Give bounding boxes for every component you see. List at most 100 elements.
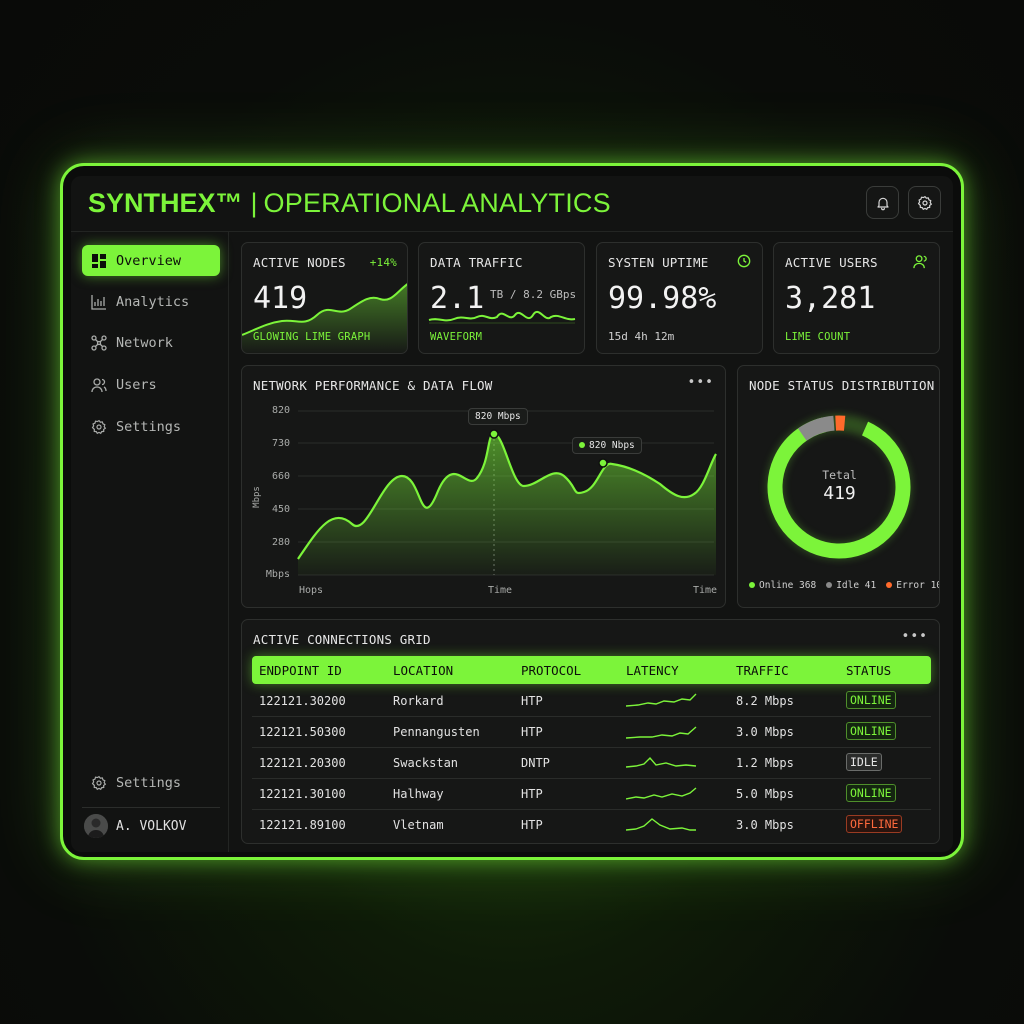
column-header[interactable]: ENDPOINT ID	[259, 663, 342, 678]
sidebar-item-label: Analytics	[116, 293, 190, 310]
endpoint-id: 122121.20300	[259, 756, 346, 770]
sidebar-item-label: Overview	[116, 252, 182, 269]
kpi-caption: GLOWING LIME GRAPH	[253, 331, 371, 343]
sidebar-bottom-settings[interactable]: Settings	[82, 767, 220, 798]
kpi-value: 419	[253, 281, 308, 316]
endpoint-id: 122121.30100	[259, 787, 346, 801]
endpoint-id: 122121.89100	[259, 818, 346, 832]
chart-tooltip-peak: 820 Mbps	[468, 408, 528, 425]
location: Pennangusten	[393, 725, 480, 739]
column-header[interactable]: LATENCY	[626, 663, 679, 678]
table-row[interactable]: 122121.50300 Pennangusten HTP 3.0 Mbps O…	[252, 717, 931, 748]
location: Swackstan	[393, 756, 459, 770]
table-row[interactable]: 122121.89100 Vletnam HTP 3.0 Mbps OFFLIN…	[252, 810, 931, 841]
table-row[interactable]: 122121.20300 Swackstan DNTP 1.2 Mbps IDL…	[252, 748, 931, 779]
user-profile[interactable]: A. VOLKOV	[84, 814, 186, 838]
tooltip-text: 820 Nbps	[589, 440, 635, 451]
network-icon	[90, 334, 108, 352]
table-row[interactable]: 122121.30200 Rorkard HTP 8.2 Mbps ONLINE	[252, 686, 931, 717]
x-tick: Time	[488, 585, 513, 596]
endpoint-id: 122121.30200	[259, 694, 346, 708]
sidebar: Overview Analytics Network Users Setting…	[71, 232, 229, 852]
protocol: HTP	[521, 694, 543, 708]
panel-menu-button[interactable]: •••	[902, 629, 928, 644]
location: Vletnam	[393, 818, 444, 832]
kpi-title: ACTIVE USERS	[785, 255, 878, 270]
protocol: HTP	[521, 725, 543, 739]
user-icon	[913, 255, 927, 269]
table-row[interactable]: 122121.30100 Halhway HTP 5.0 Mbps ONLINE	[252, 779, 931, 810]
sidebar-item-network[interactable]: Network	[82, 327, 220, 358]
panel-title: ACTIVE CONNECTIONS GRID	[253, 632, 431, 647]
page-subtitle: OPERATIONAL ANALYTICS	[263, 188, 611, 218]
location: Halhway	[393, 787, 444, 801]
network-performance-panel: NETWORK PERFORMANCE & DATA FLOW ••• 820 …	[241, 365, 726, 608]
dashboard-window: SYNTHEX™ | OPERATIONAL ANALYTICS Overview …	[71, 176, 953, 852]
app-title: SYNTHEX™ | OPERATIONAL ANALYTICS	[88, 188, 611, 219]
kpi-value: 3,281	[785, 281, 876, 316]
brand-name: SYNTHEX™	[88, 188, 243, 218]
sidebar-item-label: Settings	[116, 418, 182, 435]
table-header: ENDPOINT ID LOCATION PROTOCOL LATENCY TR…	[252, 656, 931, 684]
legend-online: Online 368	[749, 580, 816, 591]
avatar	[84, 814, 108, 838]
protocol: HTP	[521, 787, 543, 801]
kpi-title: SYSTEN UPTIME	[608, 255, 709, 270]
column-header[interactable]: PROTOCOL	[521, 663, 581, 678]
kpi-detail: 15d 4h 12m	[608, 330, 675, 343]
status-badge: OFFLINE	[846, 815, 903, 833]
kpi-card-data-traffic: DATA TRAFFIC 2.1 TB / 8.2 GBps WAVEFORM	[418, 242, 585, 354]
active-connections-panel: ACTIVE CONNECTIONS GRID ••• ENDPOINT ID …	[241, 619, 940, 844]
chart-tooltip-secondary: 820 Nbps	[572, 437, 642, 454]
protocol: DNTP	[521, 756, 550, 770]
title-separator: |	[250, 188, 258, 218]
kpi-caption: WAVEFORM	[430, 331, 483, 343]
legend-error: Error 10	[886, 580, 939, 591]
sidebar-item-label: Settings	[116, 774, 182, 791]
donut-center-label: Tetal	[822, 468, 857, 482]
sidebar-item-overview[interactable]: Overview	[82, 245, 220, 276]
user-name: A. VOLKOV	[116, 818, 187, 834]
users-icon	[90, 376, 108, 394]
gear-icon	[90, 418, 108, 436]
grid-icon	[90, 252, 108, 270]
column-header[interactable]: LOCATION	[393, 663, 453, 678]
donut-legend: Online 368 Idle 41 Error 10	[749, 580, 939, 591]
x-tick: Hops	[299, 585, 324, 596]
status-badge: ONLINE	[846, 722, 896, 740]
sidebar-item-label: Users	[116, 376, 157, 393]
x-tick: Time	[693, 585, 718, 596]
bell-icon	[876, 197, 889, 210]
sidebar-item-analytics[interactable]: Analytics	[82, 286, 220, 317]
traffic: 5.0 Mbps	[736, 787, 794, 801]
bar-chart-icon	[90, 293, 108, 311]
column-header[interactable]: TRAFFIC	[736, 663, 789, 678]
status-badge: IDLE	[846, 753, 882, 771]
gear-icon	[917, 195, 932, 210]
traffic: 1.2 Mbps	[736, 756, 794, 770]
notifications-button[interactable]	[866, 186, 899, 219]
sidebar-divider	[82, 807, 220, 808]
sidebar-item-users[interactable]: Users	[82, 369, 220, 400]
settings-button[interactable]	[908, 186, 941, 219]
location: Rorkard	[393, 694, 444, 708]
endpoint-id: 122121.50300	[259, 725, 346, 739]
kpi-card-active-users: ACTIVE USERS 3,281 LIME COUNT	[773, 242, 940, 354]
latency-sparkline	[626, 787, 697, 800]
latency-sparkline	[626, 693, 697, 707]
status-badge: ONLINE	[846, 784, 896, 802]
sidebar-item-settings[interactable]: Settings	[82, 411, 220, 442]
protocol: HTP	[521, 818, 543, 832]
column-header[interactable]: STATUS	[846, 663, 891, 678]
header: SYNTHEX™ | OPERATIONAL ANALYTICS	[71, 176, 953, 232]
kpi-card-system-uptime: SYSTEN UPTIME 99.98% 15d 4h 12m	[596, 242, 763, 354]
latency-sparkline	[626, 818, 696, 831]
status-badge: ONLINE	[846, 691, 896, 709]
kpi-caption: LIME COUNT	[785, 331, 851, 343]
donut-center-value: 419	[823, 483, 856, 504]
sidebar-item-label: Network	[116, 334, 173, 351]
traffic: 3.0 Mbps	[736, 725, 794, 739]
gear-icon	[90, 774, 108, 792]
kpi-card-active-nodes: ACTIVE NODES +14% 419 GLOWING LIME GRAPH	[241, 242, 408, 354]
kpi-value: 99.98%	[608, 281, 717, 316]
